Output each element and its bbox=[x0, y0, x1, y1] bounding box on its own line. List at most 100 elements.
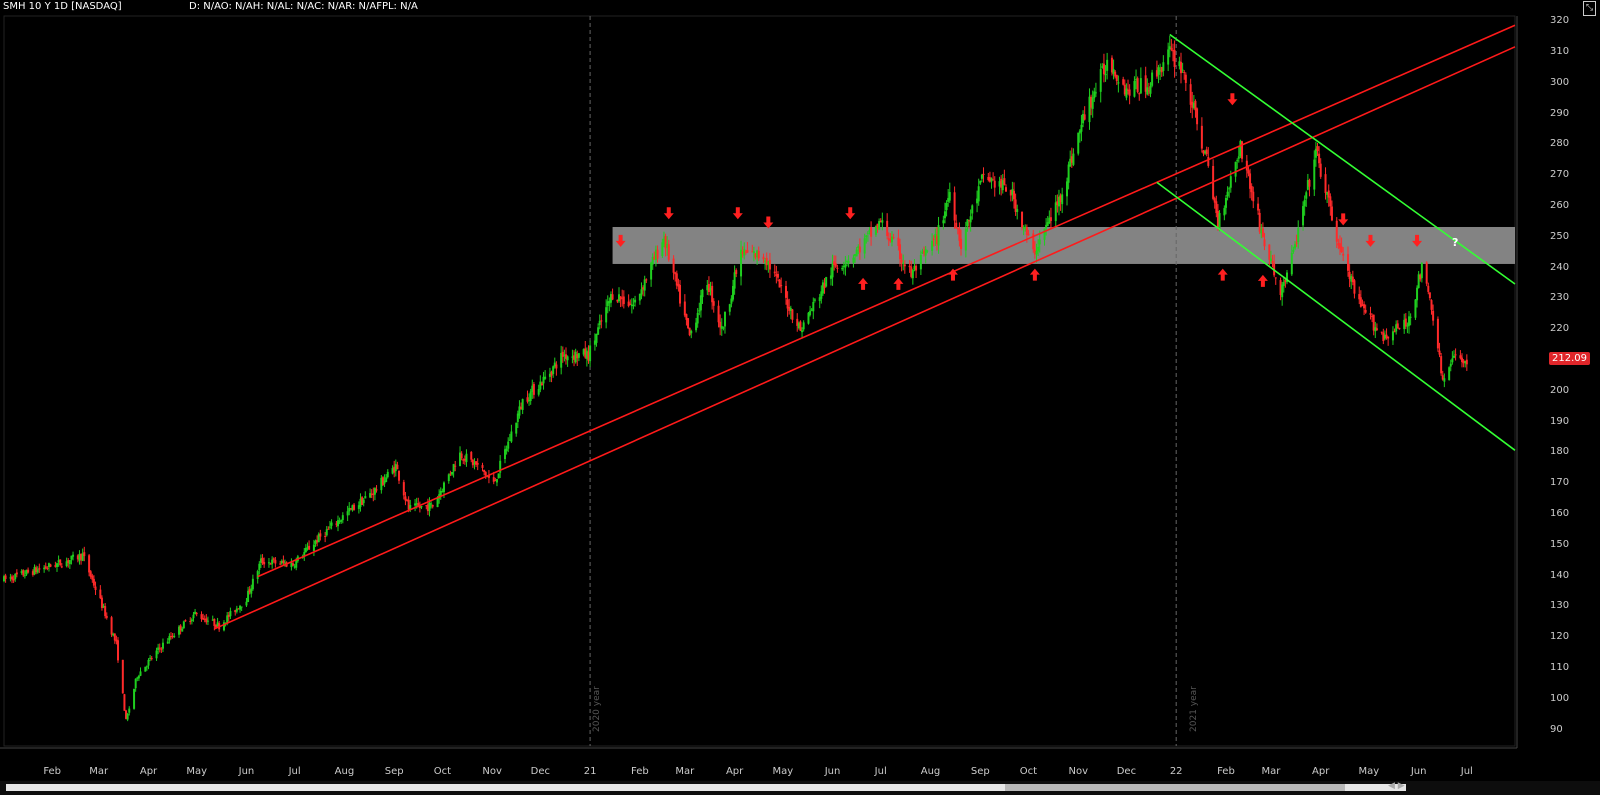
candle-body bbox=[36, 569, 39, 573]
candle bbox=[330, 519, 333, 530]
candle bbox=[36, 566, 39, 574]
candle bbox=[598, 314, 601, 330]
candle-body bbox=[780, 285, 783, 287]
candle-body bbox=[1236, 160, 1239, 162]
candle-body bbox=[1224, 197, 1227, 208]
candle-body bbox=[1391, 331, 1394, 341]
last-price-badge: 212.09 bbox=[1549, 352, 1590, 365]
x-tick-label: 22 bbox=[1169, 766, 1183, 777]
resize-icon[interactable]: ⤡ bbox=[1583, 1, 1596, 16]
candle-body bbox=[634, 299, 637, 303]
year-label-2020: 2020 year bbox=[592, 686, 602, 732]
candle-body bbox=[977, 186, 980, 202]
candle-body bbox=[14, 573, 17, 580]
candle bbox=[565, 347, 568, 365]
candle-body bbox=[757, 250, 760, 259]
candle bbox=[526, 390, 529, 404]
candle-body bbox=[1404, 318, 1407, 327]
candle-body bbox=[1465, 359, 1468, 365]
x-tick-label: May bbox=[1358, 766, 1380, 777]
candle-body bbox=[566, 356, 569, 361]
candle bbox=[353, 503, 356, 511]
y-tick-label: 180 bbox=[1550, 446, 1570, 458]
candle bbox=[55, 562, 58, 572]
candle bbox=[1057, 189, 1060, 216]
candle-body bbox=[1035, 251, 1038, 255]
candle-body bbox=[561, 351, 564, 357]
candle-body bbox=[364, 496, 367, 499]
candle bbox=[1061, 187, 1064, 214]
candle-body bbox=[698, 310, 701, 312]
candle bbox=[113, 633, 116, 644]
scroll-arrows-icon[interactable]: ◀ ▶ bbox=[1388, 781, 1405, 791]
candle bbox=[1428, 292, 1431, 301]
candle-body bbox=[1128, 89, 1131, 96]
candle bbox=[123, 693, 126, 711]
candle-body bbox=[304, 547, 307, 553]
candle-body bbox=[27, 569, 30, 573]
x-tick-label: Mar bbox=[89, 766, 109, 777]
candle-body bbox=[595, 334, 598, 343]
candle bbox=[1151, 69, 1154, 88]
candle-body bbox=[900, 259, 903, 263]
candle-body bbox=[1083, 114, 1086, 120]
candle-body bbox=[44, 566, 47, 569]
candle-body bbox=[173, 635, 176, 638]
candle-body bbox=[271, 559, 274, 565]
candle-body bbox=[1115, 74, 1118, 82]
candle-body bbox=[982, 173, 985, 175]
candle-body bbox=[1353, 280, 1356, 294]
candle-body bbox=[1330, 206, 1333, 221]
candle-body bbox=[239, 605, 242, 610]
candle bbox=[886, 213, 889, 240]
candle-body bbox=[1436, 318, 1439, 349]
candle bbox=[200, 611, 203, 622]
candle bbox=[117, 637, 120, 663]
candle-body bbox=[540, 383, 543, 386]
candle bbox=[497, 473, 500, 479]
candle bbox=[980, 173, 983, 183]
candle-body bbox=[4, 575, 7, 579]
scrollbar-thumb[interactable] bbox=[1005, 784, 1345, 791]
candle-body bbox=[945, 202, 948, 211]
candle bbox=[1099, 63, 1102, 103]
candle-body bbox=[454, 465, 457, 467]
candle bbox=[398, 470, 401, 484]
candle-body bbox=[865, 235, 868, 238]
candle-body bbox=[717, 305, 720, 323]
candle-body bbox=[1237, 156, 1240, 159]
candle-body bbox=[346, 511, 349, 516]
candle bbox=[1261, 222, 1264, 239]
candle-body bbox=[919, 254, 922, 270]
candle-body bbox=[1181, 69, 1184, 71]
candle-body bbox=[251, 578, 254, 590]
candle-body bbox=[1252, 191, 1255, 202]
candle-body bbox=[182, 621, 185, 629]
candle-body bbox=[1021, 211, 1024, 228]
up-arrow-icon-3 bbox=[1029, 268, 1040, 281]
candle-body bbox=[1250, 186, 1253, 193]
candle bbox=[4, 573, 7, 583]
candle-body bbox=[1257, 203, 1260, 211]
candle bbox=[369, 488, 372, 499]
candle bbox=[1454, 348, 1457, 361]
candle bbox=[126, 712, 129, 722]
candle-body bbox=[878, 221, 881, 230]
candle-body bbox=[279, 563, 282, 565]
price-chart[interactable] bbox=[0, 0, 1600, 795]
candle bbox=[1173, 40, 1176, 78]
candle-body bbox=[847, 261, 850, 263]
candle-body bbox=[1223, 208, 1226, 216]
candle-body bbox=[903, 264, 906, 267]
candle-body bbox=[59, 559, 62, 566]
candle-body bbox=[1443, 378, 1446, 382]
candle-body bbox=[555, 364, 558, 369]
y-tick-label: 240 bbox=[1550, 261, 1570, 273]
horizontal-scrollbar[interactable]: ◀ ▶ bbox=[0, 781, 1600, 795]
candle-body bbox=[375, 489, 378, 491]
y-tick-label: 170 bbox=[1550, 477, 1570, 489]
candle-body bbox=[1454, 354, 1457, 356]
candle-body bbox=[1247, 170, 1250, 174]
y-tick-label: 320 bbox=[1550, 15, 1570, 27]
candle-body bbox=[1167, 49, 1170, 65]
